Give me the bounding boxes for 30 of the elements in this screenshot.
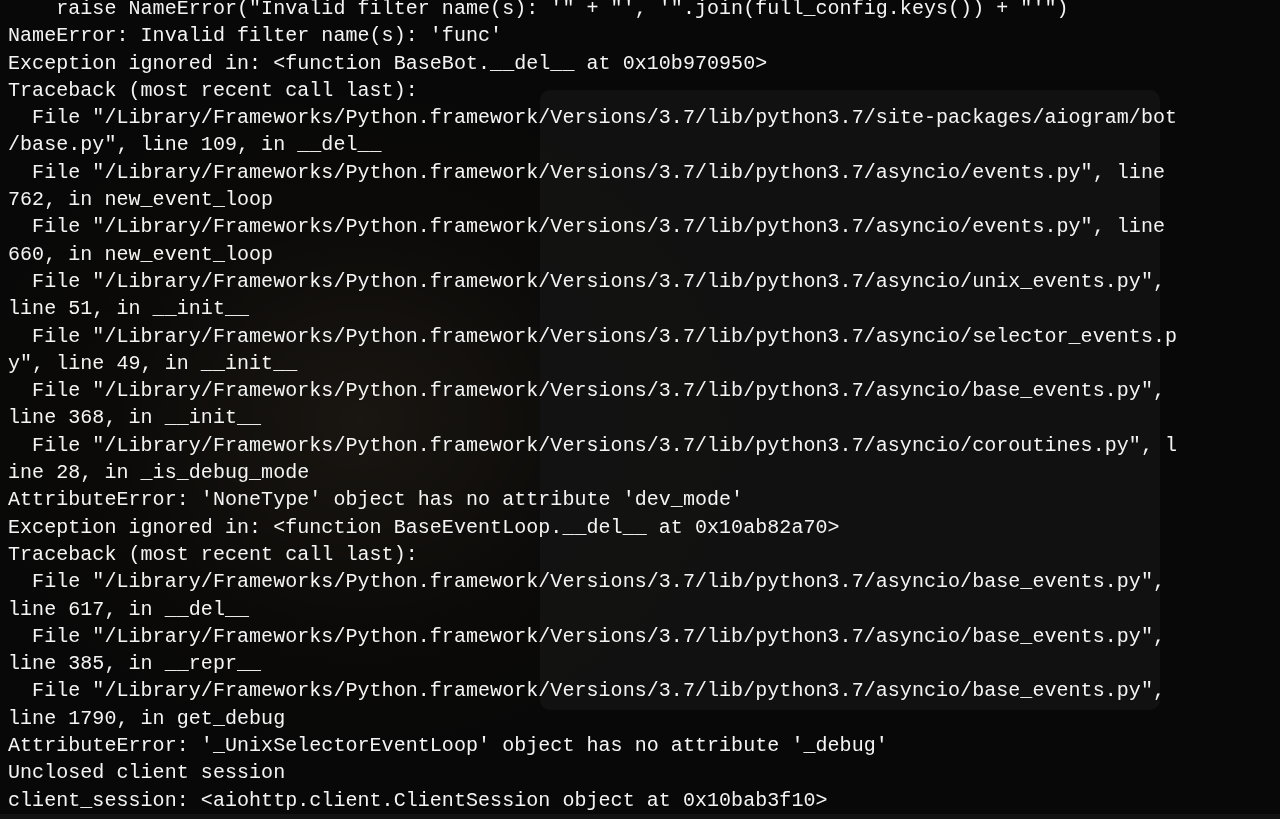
terminal-line: client_session: <aiohttp.client.ClientSession object at 0x10bab3f10> bbox=[8, 787, 828, 814]
terminal-line: /base.py", line 109, in __del__ bbox=[8, 132, 382, 159]
terminal-line: File "/Library/Frameworks/Python.framework/Versions/3.7/lib/python3.7/asyncio/base_events.py", bbox=[31, 569, 1165, 596]
terminal-line: File "/Library/Frameworks/Python.framework/Versions/3.7/lib/python3.7/asyncio/events.py", line bbox=[31, 159, 1165, 186]
terminal-line: ine 28, in _is_debug_mode bbox=[8, 460, 310, 487]
terminal-line: line 1790, in get_debug bbox=[8, 705, 286, 732]
terminal-line: File "/Library/Frameworks/Python.framework/Versions/3.7/lib/python3.7/asyncio/events.py", line bbox=[31, 214, 1165, 241]
terminal-line: NameError: Invalid filter name(s): 'func' bbox=[8, 23, 503, 50]
terminal-line: File "/Library/Frameworks/Python.framework/Versions/3.7/lib/python3.7/asyncio/base_events.py", bbox=[31, 378, 1165, 405]
terminal-line: 660, in new_event_loop bbox=[8, 241, 274, 268]
terminal-line: 762, in new_event_loop bbox=[8, 187, 274, 214]
terminal-line: Unclosed client session bbox=[8, 760, 286, 787]
terminal-line: File "/Library/Frameworks/Python.framework/Versions/3.7/lib/python3.7/asyncio/base_events.py", bbox=[31, 623, 1165, 650]
terminal-line: File "/Library/Frameworks/Python.framework/Versions/3.7/lib/python3.7/asyncio/base_events.py", bbox=[31, 678, 1165, 705]
terminal-line: File "/Library/Frameworks/Python.framework/Versions/3.7/lib/python3.7/site-packages/aiogram/bot bbox=[31, 105, 1178, 132]
terminal-line: y", line 49, in __init__ bbox=[8, 350, 298, 377]
terminal-line: Traceback (most recent call last): bbox=[8, 77, 418, 104]
terminal-line: AttributeError: '_UnixSelectorEventLoop' object has no attribute '_debug' bbox=[8, 733, 888, 759]
terminal-line: File "/Library/Frameworks/Python.framework/Versions/3.7/lib/python3.7/asyncio/unix_events.py", bbox=[31, 268, 1165, 295]
terminal-line: File "/Library/Frameworks/Python.framework/Versions/3.7/lib/python3.7/asyncio/selector_events.p bbox=[31, 323, 1178, 350]
terminal-line: Exception ignored in: <function BaseEventLoop.__del__ at 0x10ab82a70> bbox=[8, 514, 840, 541]
terminal-line: line 385, in __repr__ bbox=[8, 651, 262, 678]
terminal-line: Exception ignored in: <function BaseBot.__del__ at 0x10b970950> bbox=[8, 50, 768, 77]
terminal-line: File "/Library/Frameworks/Python.framework/Versions/3.7/lib/python3.7/asyncio/coroutines.py", l bbox=[31, 432, 1178, 459]
terminal-line: line 617, in __del__ bbox=[8, 596, 250, 623]
terminal-line: AttributeError: 'NoneType' object has no attribute 'dev_mode' bbox=[8, 487, 744, 514]
terminal-line: line 368, in __init__ bbox=[8, 405, 262, 432]
terminal-line: raise NameError("Invalid filter name(s): '" + "', '".join(full_config.keys()) + "'") bbox=[55, 0, 1069, 22]
terminal-line: line 51, in __init__ bbox=[8, 296, 250, 323]
terminal-line: Traceback (most recent call last): bbox=[8, 541, 418, 568]
